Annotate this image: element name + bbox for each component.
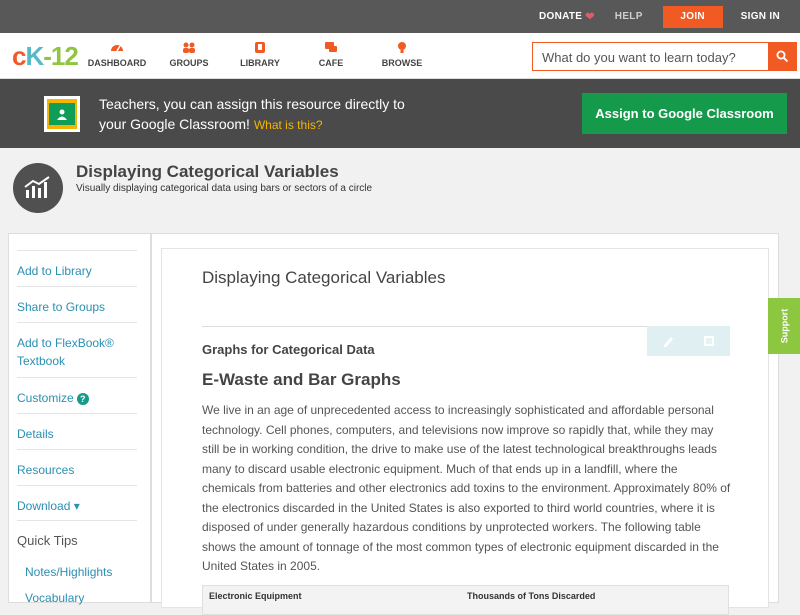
- nav-cafe[interactable]: CAFE: [296, 41, 366, 68]
- section-heading: Graphs for Categorical Data: [202, 342, 375, 357]
- article-heading: E-Waste and Bar Graphs: [202, 370, 401, 389]
- quick-tips-heading: Quick Tips: [17, 520, 137, 548]
- browse-icon: [398, 42, 406, 53]
- nav-dashboard[interactable]: DASHBOARD: [82, 41, 152, 68]
- ck12-logo[interactable]: cK-12: [12, 41, 79, 72]
- banner-line1: Teachers, you can assign this resource d…: [99, 96, 405, 112]
- dashboard-icon: [111, 45, 123, 52]
- sidebar-details[interactable]: Details: [17, 413, 137, 443]
- support-tab[interactable]: Support: [768, 298, 800, 354]
- nav-browse-label: BROWSE: [381, 58, 423, 68]
- customize-label: Customize: [17, 391, 74, 405]
- top-bar: DONATE ❤ HELP JOIN SIGN IN: [0, 0, 800, 33]
- article-paragraph: We live in an age of unprecedented acces…: [202, 403, 731, 573]
- content-tools: [647, 326, 730, 356]
- logo-12: -12: [43, 41, 79, 71]
- assign-google-classroom-button[interactable]: Assign to Google Classroom: [582, 93, 787, 134]
- tip-notes-highlights[interactable]: Notes/Highlights: [25, 552, 145, 581]
- google-classroom-icon: [44, 96, 80, 132]
- groups-icon: [183, 42, 195, 53]
- tip-vocabulary[interactable]: Vocabulary: [25, 578, 145, 607]
- what-is-this-link[interactable]: What is this?: [254, 118, 323, 132]
- pencil-icon[interactable]: [661, 334, 675, 348]
- logo-k: K: [25, 41, 44, 71]
- sidebar-add-to-library[interactable]: Add to Library: [17, 250, 137, 280]
- search-input[interactable]: What do you want to learn today?: [542, 50, 736, 65]
- main-nav: cK-12 DASHBOARD GROUPS LIBRARY CAFE BROW…: [0, 33, 800, 79]
- banner-line2: your Google Classroom!: [99, 116, 250, 132]
- sidebar-customize[interactable]: Customize?: [17, 377, 137, 407]
- data-table-header: Electronic Equipment Thousands of Tons D…: [202, 585, 729, 615]
- search-box: What do you want to learn today?: [532, 42, 797, 71]
- page-title: Displaying Categorical Variables: [76, 162, 339, 181]
- nav-library[interactable]: LIBRARY: [225, 41, 295, 68]
- help-icon[interactable]: ?: [76, 393, 89, 405]
- library-icon: [255, 42, 265, 53]
- support-label: Support: [779, 308, 789, 344]
- nav-groups[interactable]: GROUPS: [154, 41, 224, 68]
- heart-icon: ❤: [585, 11, 595, 23]
- help-link[interactable]: HELP: [615, 11, 643, 22]
- banner-text: Teachers, you can assign this resource d…: [99, 94, 405, 135]
- sidebar-resources[interactable]: Resources: [17, 449, 137, 479]
- nav-browse[interactable]: BROWSE: [367, 41, 437, 68]
- nav-groups-label: GROUPS: [169, 58, 209, 68]
- notes-icon[interactable]: [702, 334, 716, 348]
- search-button[interactable]: [768, 42, 797, 71]
- content-title: Displaying Categorical Variables: [202, 268, 446, 287]
- cafe-icon: [325, 42, 337, 52]
- nav-dashboard-label: DASHBOARD: [87, 58, 147, 68]
- sidebar: Add to Library Share to Groups Add to Fl…: [8, 233, 151, 605]
- logo-c: c: [12, 41, 27, 71]
- donate-link[interactable]: DONATE ❤: [539, 10, 595, 23]
- nav-cafe-label: CAFE: [318, 58, 344, 68]
- page-subtitle: Visually displaying categorical data usi…: [76, 183, 373, 194]
- join-button[interactable]: JOIN: [662, 5, 723, 28]
- sidebar-add-to-flexbook[interactable]: Add to FlexBook® Textbook: [17, 322, 137, 370]
- donate-label: DONATE: [538, 11, 583, 22]
- nav-library-label: LIBRARY: [240, 58, 280, 68]
- sidebar-share-to-groups[interactable]: Share to Groups: [17, 286, 137, 316]
- sign-in-link[interactable]: SIGN IN: [741, 11, 780, 22]
- search-icon: [776, 50, 789, 63]
- chart-icon: [13, 163, 63, 213]
- sidebar-download[interactable]: Download ▾: [17, 485, 137, 515]
